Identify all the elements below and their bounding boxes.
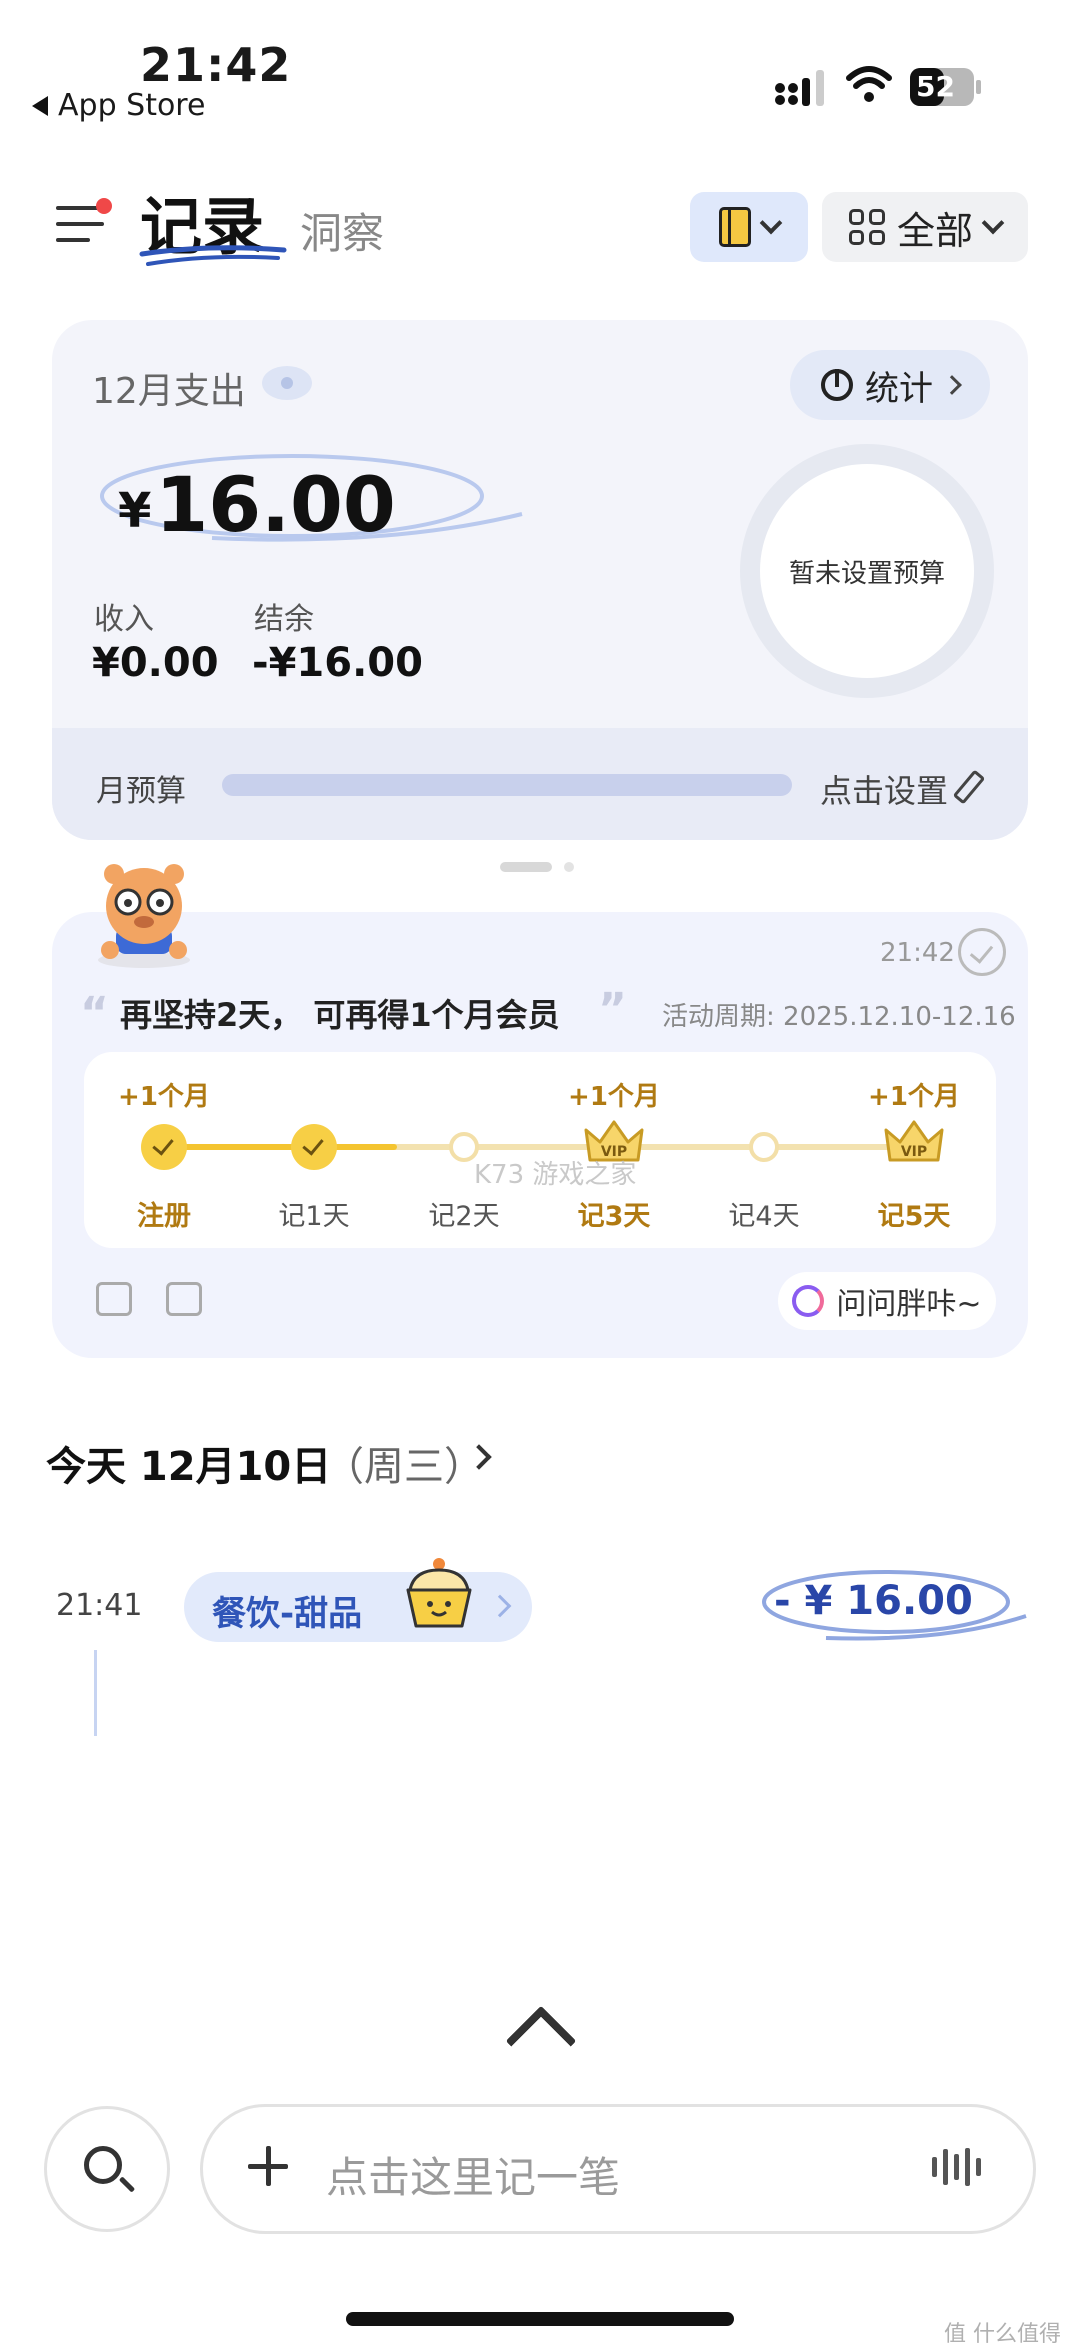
search-icon	[84, 2146, 122, 2184]
stats-button[interactable]: 统计	[790, 350, 990, 420]
mascot-avatar	[98, 864, 190, 968]
budget-set-link[interactable]: 点击设置	[820, 766, 948, 812]
corner-watermark: 值 什么值得买	[944, 2322, 1061, 2347]
record-category-label: 餐饮-甜品	[212, 1594, 363, 1634]
budget-ring-text: 暂未设置预算	[788, 558, 945, 589]
record-time: 21:41	[56, 1588, 143, 1623]
currency-symbol: ¥	[118, 483, 152, 539]
date-heading[interactable]: 今天 12月10日	[46, 1434, 331, 1492]
input-placeholder: 点击这里记一笔	[326, 2153, 621, 2202]
ask-assistant-button[interactable]: 问问胖咔~	[778, 1272, 996, 1330]
open-quote-icon: “	[80, 988, 109, 1039]
back-arrow-icon	[32, 95, 48, 116]
progress-fill	[164, 1144, 397, 1150]
step-done-check-icon	[141, 1124, 187, 1170]
step-label: 注册	[137, 1201, 191, 1232]
voice-icon[interactable]	[932, 2148, 984, 2186]
check-icon[interactable]	[958, 928, 1006, 976]
ai-ask-icon	[792, 1285, 825, 1317]
step-reward: +1个月	[118, 1082, 210, 1112]
cellular-signal-icon	[775, 70, 824, 106]
tab-active-underline	[139, 245, 287, 266]
svg-text:VIP: VIP	[901, 1144, 927, 1160]
balance-label: 结余	[254, 602, 314, 637]
step-reward: +1个月	[568, 1082, 660, 1112]
plus-icon	[266, 2146, 271, 2186]
balance-value: -¥16.00	[252, 640, 423, 686]
notebook-icon	[719, 207, 751, 247]
grid-icon	[848, 209, 885, 245]
challenge-time: 21:42	[880, 938, 955, 968]
stats-label: 统计	[865, 368, 933, 409]
activity-period: 活动周期: 2025.12.10-12.16	[662, 1002, 1016, 1032]
step-reward: +1个月	[868, 1082, 960, 1112]
page-indicator	[500, 862, 574, 872]
back-app-label: App Store	[58, 88, 206, 123]
step-done-check-icon	[291, 1124, 337, 1170]
close-quote-icon: ”	[598, 984, 627, 1035]
ask-label: 问问胖咔~	[836, 1287, 982, 1322]
menu-icon[interactable]	[56, 206, 104, 246]
status-time: 21:42	[140, 38, 292, 92]
record-amount[interactable]: - ¥ 16.00	[774, 1578, 973, 1624]
eye-icon[interactable]	[262, 366, 312, 400]
watermark: K73 游戏之家	[474, 1160, 637, 1190]
thumb-down-icon[interactable]	[166, 1282, 202, 1316]
chevron-down-icon	[759, 211, 783, 235]
monthly-budget-label: 月预算	[96, 774, 186, 809]
expense-amount: ¥16.00	[118, 460, 396, 549]
budget-progress-bar	[222, 774, 792, 796]
step-label: 记3天	[577, 1201, 651, 1232]
battery-indicator: 52	[910, 68, 982, 106]
step-label: 记2天	[428, 1201, 500, 1232]
filter-all-button[interactable]: 全部	[822, 192, 1028, 262]
income-label: 收入	[94, 602, 154, 637]
chevron-down-icon	[981, 211, 1005, 235]
budget-ring[interactable]: 暂未设置预算	[740, 444, 994, 698]
chevron-right-icon	[942, 375, 962, 395]
cupcake-icon	[406, 1558, 472, 1628]
filter-label: 全部	[896, 208, 973, 253]
ledger-switch-button[interactable]	[690, 192, 808, 262]
date-weekday: （周三）	[324, 1444, 484, 1490]
thumb-up-icon[interactable]	[96, 1282, 132, 1316]
notification-dot	[96, 198, 112, 214]
step-label: 记1天	[278, 1201, 350, 1232]
month-expense-label: 12月支出	[92, 371, 246, 412]
battery-level: 52	[916, 70, 955, 103]
home-indicator	[346, 2312, 734, 2326]
step-label: 记4天	[728, 1201, 800, 1232]
back-to-app-store[interactable]: App Store	[32, 88, 205, 123]
pie-chart-icon	[821, 369, 853, 401]
step-pending-dot	[749, 1132, 779, 1162]
step-label: 记5天	[877, 1201, 951, 1232]
challenge-quote: 再坚持2天， 可再得1个月会员	[120, 996, 560, 1034]
income-value: ¥0.00	[92, 640, 219, 686]
wifi-icon	[846, 66, 892, 102]
tab-insight[interactable]: 洞察	[300, 200, 384, 261]
timeline-line	[94, 1650, 97, 1736]
crown-vip-icon: VIP	[884, 1120, 944, 1162]
expense-value: 16.00	[155, 460, 396, 549]
expand-up-icon[interactable]	[505, 2005, 577, 2077]
